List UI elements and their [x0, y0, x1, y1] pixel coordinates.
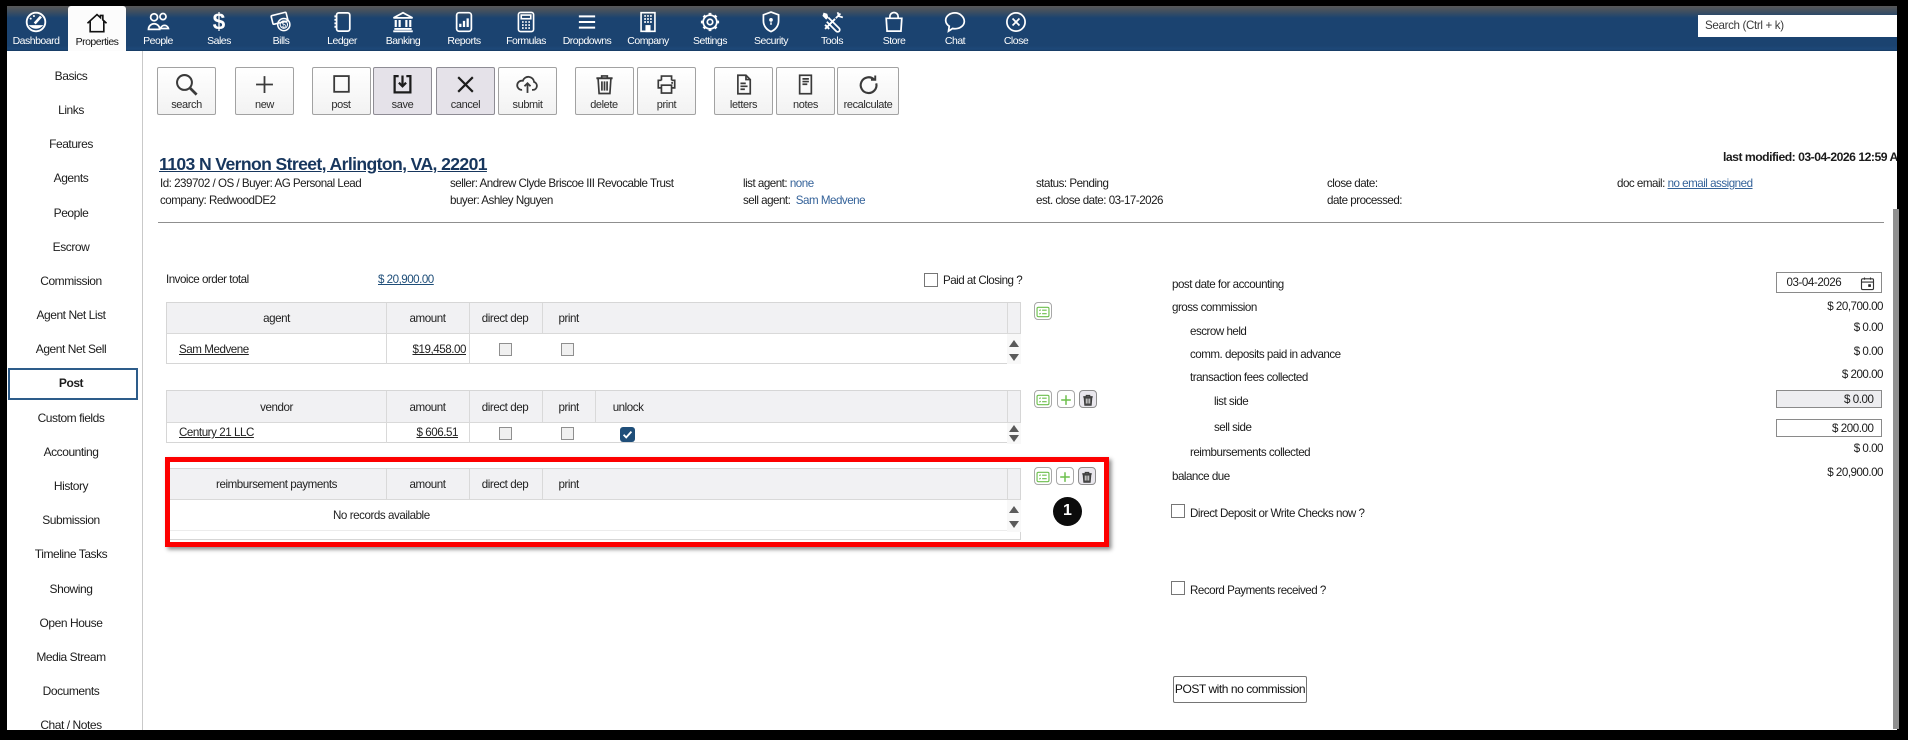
svg-text:$: $ [213, 9, 226, 35]
svg-text:$: $ [282, 20, 287, 29]
